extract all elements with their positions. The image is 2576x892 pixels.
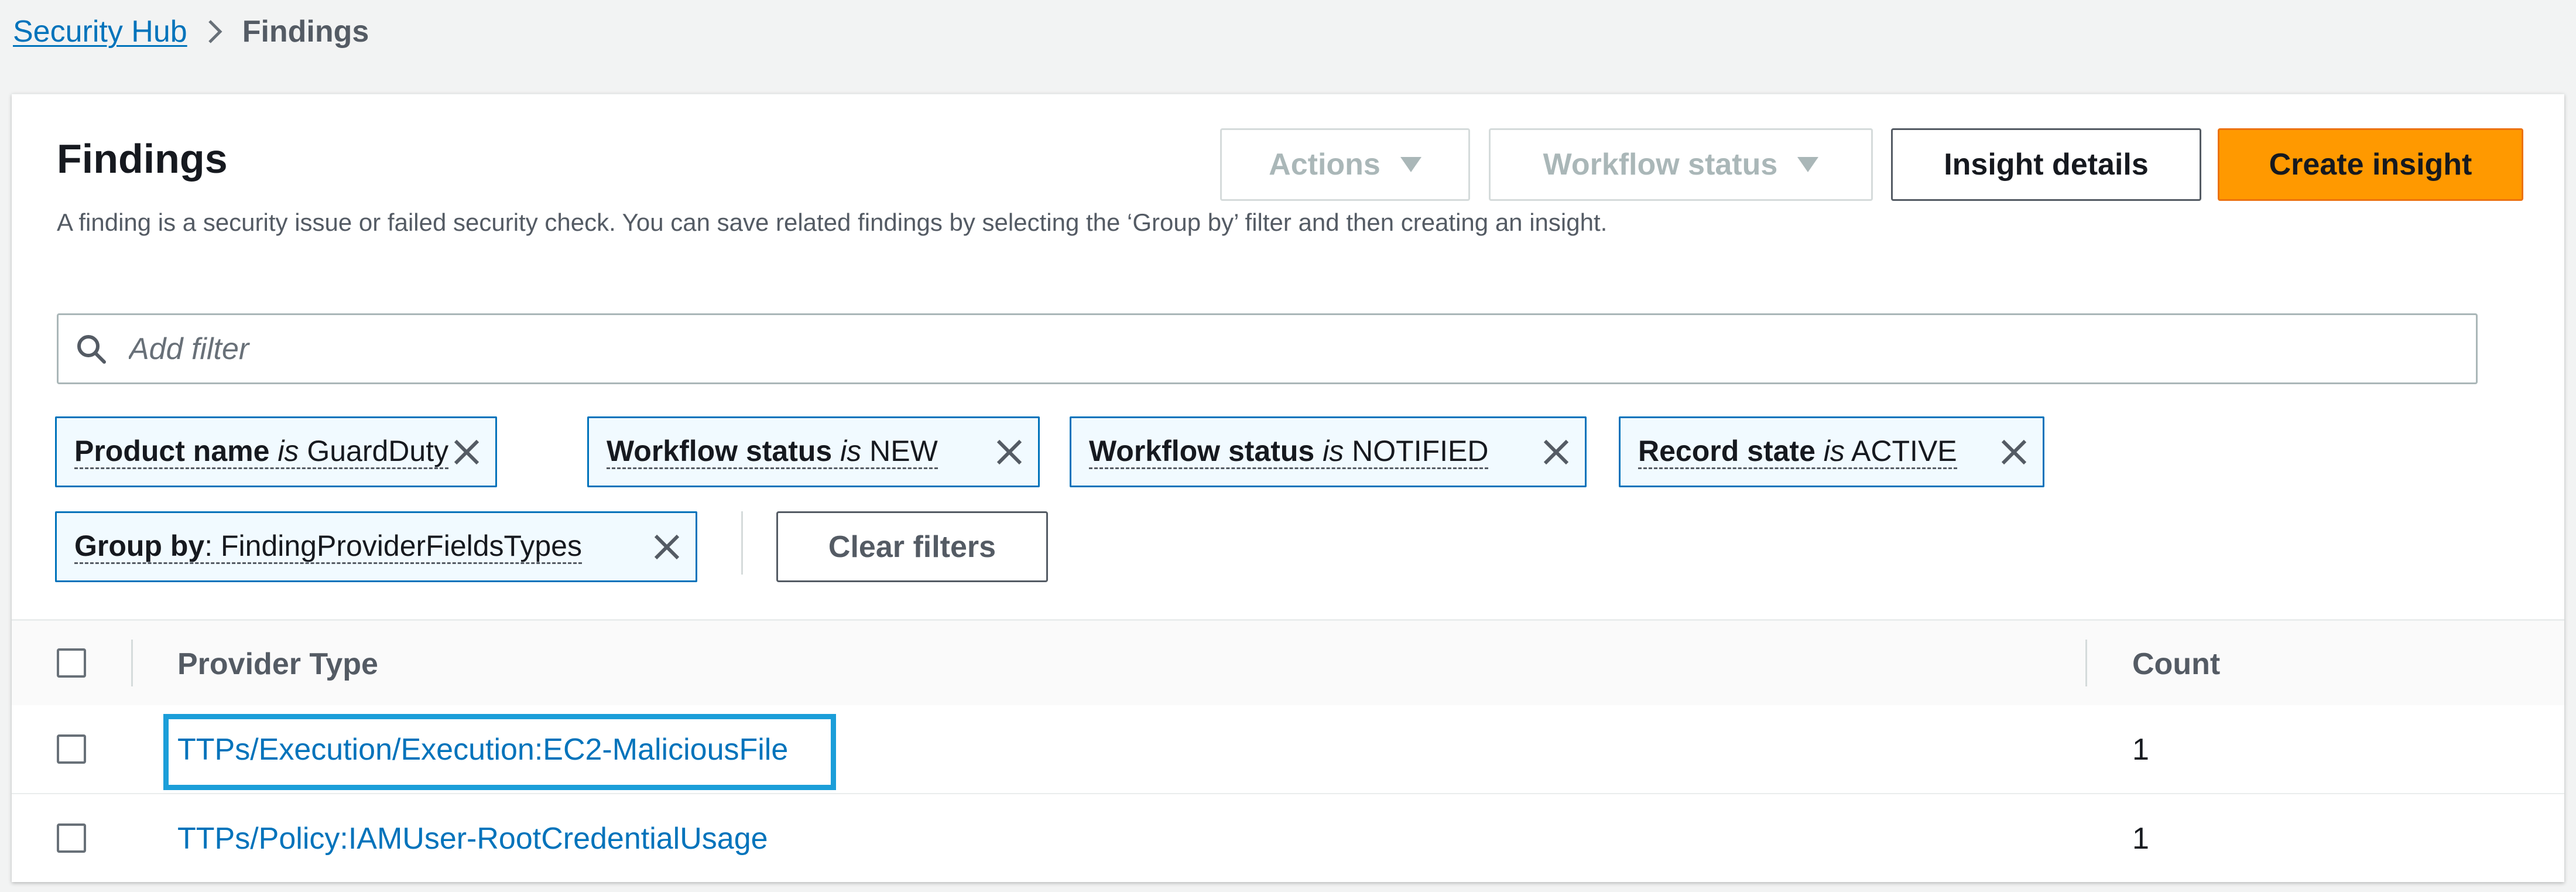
row-count: 1 [2132, 822, 2149, 856]
row-checkbox[interactable] [57, 734, 86, 764]
filter-token-workflow-status-notified: Workflow status is NOTIFIED [1070, 416, 1587, 487]
filter-token-group-by: Group by: FindingProviderFieldsTypes [55, 511, 697, 582]
filter-token-text[interactable]: Record state is ACTIVE [1638, 435, 1957, 469]
filter-search-box [57, 313, 2478, 384]
close-icon[interactable] [452, 438, 481, 467]
clear-filters-button[interactable]: Clear filters [776, 511, 1048, 582]
findings-panel: Findings A finding is a security issue o… [12, 94, 2564, 882]
filter-token-workflow-status-new: Workflow status is NEW [587, 416, 1040, 487]
workflow-status-button-label: Workflow status [1543, 148, 1778, 182]
close-icon[interactable] [995, 438, 1024, 467]
filter-token-product-name: Product name is GuardDuty [55, 416, 497, 487]
provider-type-link[interactable]: TTPs/Policy:IAMUser-RootCredentialUsage [177, 821, 768, 856]
filter-token-record-state: Record state is ACTIVE [1619, 416, 2044, 487]
actions-button-label: Actions [1269, 148, 1381, 182]
filter-divider [741, 511, 743, 575]
breadcrumb-security-hub-link[interactable]: Security Hub [13, 14, 187, 49]
close-icon[interactable] [1999, 438, 2029, 467]
filter-token-text[interactable]: Group by: FindingProviderFieldsTypes [74, 529, 582, 564]
column-divider [2085, 640, 2087, 686]
clear-filters-button-label: Clear filters [828, 529, 996, 564]
column-header-count[interactable]: Count [2132, 647, 2220, 682]
close-icon[interactable] [652, 532, 681, 562]
caret-down-icon [1400, 157, 1421, 172]
workflow-status-button[interactable]: Workflow status [1489, 128, 1873, 201]
row-count: 1 [2132, 733, 2149, 767]
column-header-provider-type[interactable]: Provider Type [177, 647, 378, 682]
highlight-box [163, 714, 836, 790]
create-insight-button-label: Create insight [2269, 148, 2472, 182]
page-title: Findings [57, 136, 228, 182]
filter-token-text[interactable]: Workflow status is NOTIFIED [1089, 435, 1489, 469]
table-header: Provider Type Count [12, 619, 2564, 707]
insight-details-button-label: Insight details [1944, 148, 2149, 182]
table-row: TTPs/Policy:IAMUser-RootCredentialUsage … [12, 794, 2564, 882]
caret-down-icon [1797, 157, 1819, 172]
search-icon [75, 333, 108, 365]
breadcrumb: Security Hub Findings [13, 8, 369, 55]
breadcrumb-current: Findings [242, 15, 369, 49]
row-checkbox[interactable] [57, 823, 86, 853]
filter-token-text[interactable]: Workflow status is NEW [607, 435, 938, 469]
filter-token-text[interactable]: Product name is GuardDuty [74, 435, 449, 469]
close-icon[interactable] [1542, 438, 1571, 467]
select-all-checkbox[interactable] [57, 648, 86, 678]
chevron-right-icon [207, 19, 222, 45]
column-divider [131, 640, 133, 686]
actions-button[interactable]: Actions [1220, 128, 1470, 201]
page-description: A finding is a security issue or failed … [57, 209, 1608, 236]
insight-details-button[interactable]: Insight details [1891, 128, 2201, 201]
create-insight-button[interactable]: Create insight [2218, 128, 2523, 201]
filter-search-input[interactable] [128, 315, 2476, 383]
